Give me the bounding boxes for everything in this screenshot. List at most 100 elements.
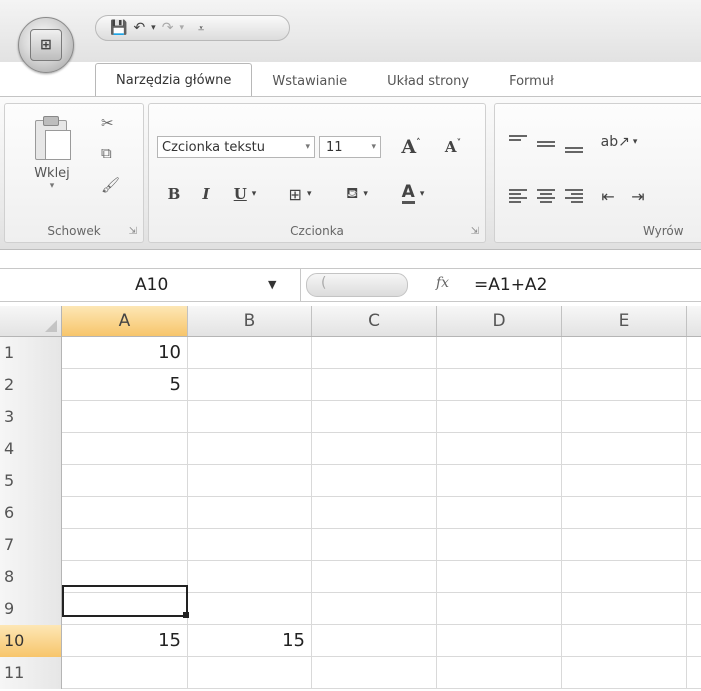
cell-e9[interactable] xyxy=(562,593,687,624)
align-bottom-button[interactable] xyxy=(563,144,585,162)
tab-formulas[interactable]: Formuł xyxy=(489,66,574,96)
row-header[interactable]: 4 xyxy=(0,433,62,465)
cell-a10[interactable]: 15 xyxy=(62,625,188,656)
row-header[interactable]: 1 xyxy=(0,337,62,369)
column-header-c[interactable]: C xyxy=(312,306,437,336)
row-header[interactable]: 2 xyxy=(0,369,62,401)
cell-b2[interactable] xyxy=(188,369,312,400)
customize-toolbar-icon[interactable]: ⩡ xyxy=(198,23,204,34)
column-header-b[interactable]: B xyxy=(188,306,312,336)
row-header[interactable]: 6 xyxy=(0,497,62,529)
cell-a8[interactable] xyxy=(62,561,188,592)
cell-a7[interactable] xyxy=(62,529,188,560)
decrease-indent-button[interactable]: ⇤ xyxy=(595,184,621,208)
office-button[interactable]: ⊞ xyxy=(18,17,74,73)
cell-d2[interactable] xyxy=(437,369,562,400)
cell-a1[interactable]: 10 xyxy=(62,337,188,368)
cell-b1[interactable] xyxy=(188,337,312,368)
cell-e7[interactable] xyxy=(562,529,687,560)
bold-button[interactable]: B xyxy=(163,182,185,206)
column-header-a[interactable]: A xyxy=(62,306,188,336)
cell-c4[interactable] xyxy=(312,433,437,464)
copy-icon[interactable]: ⧉ xyxy=(101,144,112,162)
borders-button[interactable]: ⊞ ▾ xyxy=(279,182,321,206)
cell-c2[interactable] xyxy=(312,369,437,400)
italic-button[interactable]: I xyxy=(195,182,217,206)
cell-e4[interactable] xyxy=(562,433,687,464)
font-name-dropdown[interactable]: Czcionka tekstu ▾ xyxy=(157,136,315,158)
cell-d3[interactable] xyxy=(437,401,562,432)
cell-b5[interactable] xyxy=(188,465,312,496)
align-middle-button[interactable] xyxy=(535,138,557,156)
orientation-button[interactable]: ab↗ ▾ xyxy=(599,130,639,154)
cell-c9[interactable] xyxy=(312,593,437,624)
align-center-button[interactable] xyxy=(535,186,557,204)
save-icon[interactable]: 💾 xyxy=(110,21,127,35)
grow-font-button[interactable]: A˄ xyxy=(391,135,431,159)
cell-a3[interactable] xyxy=(62,401,188,432)
font-launcher-icon[interactable]: ⇲ xyxy=(471,226,479,237)
cell-e2[interactable] xyxy=(562,369,687,400)
underline-button[interactable]: U ▾ xyxy=(225,182,265,206)
row-header[interactable]: 11 xyxy=(0,657,62,689)
cell-c6[interactable] xyxy=(312,497,437,528)
cell-d7[interactable] xyxy=(437,529,562,560)
row-header[interactable]: 8 xyxy=(0,561,62,593)
font-color-button[interactable]: A ▾ xyxy=(389,182,437,206)
cell-c5[interactable] xyxy=(312,465,437,496)
cell-c8[interactable] xyxy=(312,561,437,592)
row-header[interactable]: 7 xyxy=(0,529,62,561)
formula-input[interactable]: =A1+A2 xyxy=(474,275,547,295)
column-header-d[interactable]: D xyxy=(437,306,562,336)
cell-d11[interactable] xyxy=(437,657,562,688)
cell-b6[interactable] xyxy=(188,497,312,528)
row-header[interactable]: 5 xyxy=(0,465,62,497)
paste-dropdown-icon[interactable]: ▾ xyxy=(23,181,81,191)
cell-e11[interactable] xyxy=(562,657,687,688)
tab-home[interactable]: Narzędzia główne xyxy=(95,63,253,96)
cell-d1[interactable] xyxy=(437,337,562,368)
tab-page-layout[interactable]: Układ strony xyxy=(367,66,489,96)
cut-icon[interactable]: ✂ xyxy=(101,114,114,132)
cell-a9[interactable] xyxy=(62,593,188,624)
align-top-button[interactable] xyxy=(507,132,529,150)
cell-d9[interactable] xyxy=(437,593,562,624)
cell-b3[interactable] xyxy=(188,401,312,432)
align-right-button[interactable] xyxy=(563,186,585,204)
cell-b7[interactable] xyxy=(188,529,312,560)
cell-a11[interactable] xyxy=(62,657,188,688)
cell-a5[interactable] xyxy=(62,465,188,496)
cell-c3[interactable] xyxy=(312,401,437,432)
cell-e10[interactable] xyxy=(562,625,687,656)
cell-d6[interactable] xyxy=(437,497,562,528)
fill-handle[interactable] xyxy=(183,612,189,618)
cell-d8[interactable] xyxy=(437,561,562,592)
cell-e6[interactable] xyxy=(562,497,687,528)
clipboard-launcher-icon[interactable]: ⇲ xyxy=(129,226,137,237)
row-header[interactable]: 3 xyxy=(0,401,62,433)
cell-d10[interactable] xyxy=(437,625,562,656)
shrink-font-button[interactable]: A˅ xyxy=(433,135,473,159)
cell-b8[interactable] xyxy=(188,561,312,592)
redo-icon[interactable]: ↷ xyxy=(162,21,174,35)
undo-icon[interactable]: ↶ xyxy=(133,21,145,35)
cell-c10[interactable] xyxy=(312,625,437,656)
redo-dropdown-icon[interactable]: ▾ xyxy=(179,23,184,33)
column-header-e[interactable]: E xyxy=(562,306,687,336)
cell-c11[interactable] xyxy=(312,657,437,688)
undo-dropdown-icon[interactable]: ▾ xyxy=(151,23,156,33)
cell-b10[interactable]: 15 xyxy=(188,625,312,656)
cell-c1[interactable] xyxy=(312,337,437,368)
tab-insert[interactable]: Wstawianie xyxy=(252,66,367,96)
row-header[interactable]: 10 xyxy=(0,625,62,657)
cell-b9[interactable] xyxy=(188,593,312,624)
select-all-button[interactable] xyxy=(0,306,62,336)
format-painter-icon[interactable]: 🖌 xyxy=(101,176,120,194)
cell-e1[interactable] xyxy=(562,337,687,368)
cell-a6[interactable] xyxy=(62,497,188,528)
increase-indent-button[interactable]: ⇥ xyxy=(625,184,651,208)
align-left-button[interactable] xyxy=(507,186,529,204)
row-header[interactable]: 9 xyxy=(0,593,62,625)
insert-function-button[interactable]: fx xyxy=(436,275,449,291)
cell-c7[interactable] xyxy=(312,529,437,560)
